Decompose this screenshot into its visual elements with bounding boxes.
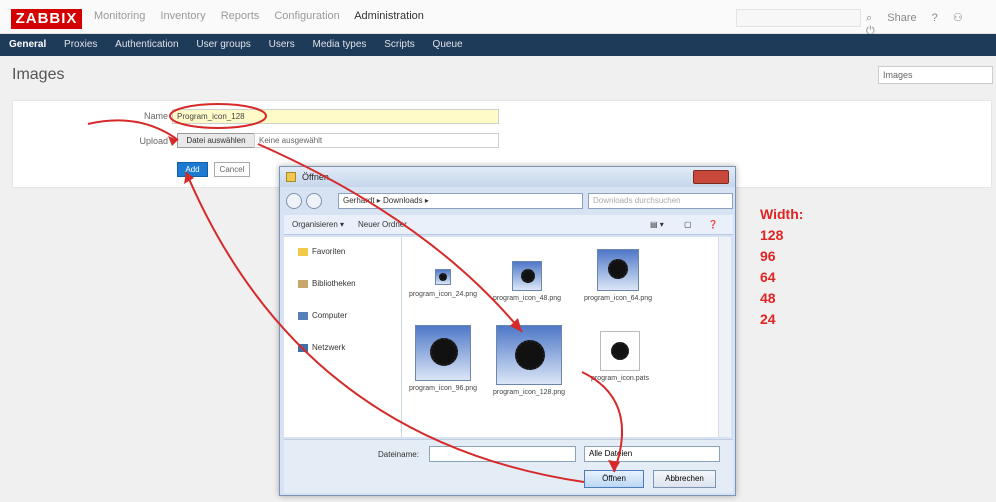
global-search-input[interactable]	[736, 9, 861, 27]
file-name: program_icon_128.png	[493, 389, 565, 396]
top-bar: ZABBIX Monitoring Inventory Reports Conf…	[0, 0, 996, 37]
submenu-users[interactable]: Users	[269, 39, 295, 50]
width-annotation: Width: 128 96 64 48 24	[760, 204, 803, 330]
file-item[interactable]: program_icon.pats	[582, 331, 658, 382]
computer-icon	[298, 311, 308, 320]
file-item[interactable]: program_icon_96.png	[402, 325, 484, 392]
submenu-proxies[interactable]: Proxies	[64, 39, 97, 50]
image-type-select[interactable]: Images	[878, 66, 993, 84]
network-icon	[298, 343, 308, 352]
width-value: 64	[760, 269, 776, 285]
dialog-title: Öffnen	[302, 172, 329, 182]
star-icon	[298, 247, 308, 256]
dialog-scrollbar[interactable]	[718, 237, 731, 437]
width-value: 128	[760, 227, 784, 243]
gear-icon	[521, 269, 535, 283]
width-value: 48	[760, 290, 776, 306]
back-icon[interactable]	[286, 193, 302, 209]
dialog-titlebar: Öffnen	[280, 167, 735, 187]
dialog-help-icon[interactable]: ❓	[708, 220, 718, 229]
menu-reports[interactable]: Reports	[221, 10, 260, 22]
user-icon[interactable]: ⚇	[953, 12, 963, 24]
upload-label: Upload	[139, 136, 168, 146]
dialog-close-button[interactable]	[693, 170, 729, 184]
submenu-user-groups[interactable]: User groups	[196, 39, 250, 50]
nav-computer-label: Computer	[312, 311, 348, 320]
file-item[interactable]: program_icon_48.png	[492, 261, 562, 302]
nav-favorites[interactable]: Favoriten	[298, 247, 345, 256]
file-name: program_icon_64.png	[583, 295, 653, 302]
gear-icon	[611, 342, 629, 360]
organize-button[interactable]: Organisieren ▾	[292, 220, 344, 229]
search-icon[interactable]: ⌕	[866, 12, 872, 24]
file-name: program_icon_96.png	[408, 385, 478, 392]
view-options-icon[interactable]: ▤ ▾	[650, 220, 664, 229]
file-thumbnail	[597, 249, 639, 291]
choose-file-button[interactable]: Datei auswählen	[177, 133, 255, 148]
submenu-queue[interactable]: Queue	[433, 39, 463, 50]
menu-inventory[interactable]: Inventory	[160, 10, 205, 22]
dialog-cancel-button[interactable]: Abbrechen	[653, 470, 716, 488]
file-item[interactable]: program_icon_64.png	[578, 249, 658, 302]
width-heading: Width:	[760, 206, 804, 222]
dialog-bottom-bar: Dateiname: Alle Dateien Öffnen Abbrechen	[284, 439, 733, 493]
nav-favorites-label: Favoriten	[312, 247, 346, 256]
open-button[interactable]: Öffnen	[584, 470, 644, 488]
nav-network[interactable]: Netzwerk	[298, 343, 345, 352]
filename-input[interactable]	[429, 446, 576, 462]
forward-icon[interactable]	[306, 193, 322, 209]
name-input[interactable]: Program_icon_128	[172, 109, 499, 124]
name-label: Name	[143, 111, 168, 121]
submenu-media-types[interactable]: Media types	[313, 39, 367, 50]
library-icon	[298, 279, 308, 288]
nav-libraries-label: Bibliotheken	[312, 279, 356, 288]
share-link[interactable]: Share	[887, 12, 916, 24]
file-thumbnail	[600, 331, 640, 371]
page-title: Images	[12, 66, 65, 83]
width-value: 96	[760, 248, 776, 264]
gear-icon	[430, 338, 458, 366]
gear-icon	[515, 340, 545, 370]
dialog-file-list: program_icon_24.png program_icon_48.png …	[402, 237, 718, 437]
submenu-general[interactable]: General	[9, 39, 46, 50]
new-folder-button[interactable]: Neuer Ordner	[358, 220, 407, 229]
file-item-selected[interactable]: program_icon_128.png	[488, 323, 570, 396]
file-thumbnail	[496, 325, 562, 385]
preview-pane-icon[interactable]: ▢	[684, 220, 692, 229]
submenu-authentication[interactable]: Authentication	[115, 39, 178, 50]
help-icon[interactable]: ?	[932, 12, 938, 24]
folder-icon	[286, 172, 296, 182]
dialog-toolbar: Organisieren ▾ Neuer Ordner ▤ ▾ ▢ ❓	[284, 215, 733, 235]
width-value: 24	[760, 311, 776, 327]
file-thumbnail	[435, 269, 451, 285]
filename-label: Dateiname:	[378, 450, 419, 459]
gear-icon	[608, 259, 628, 279]
gear-icon	[439, 273, 447, 281]
sub-menu: General Proxies Authentication User grou…	[0, 34, 996, 56]
address-input[interactable]: Gerhardt ▸ Downloads ▸	[338, 193, 583, 209]
file-name: program_icon_48.png	[492, 295, 562, 302]
dialog-address-bar: Gerhardt ▸ Downloads ▸ Downloads durchsu…	[284, 191, 733, 211]
nav-computer[interactable]: Computer	[298, 311, 347, 320]
add-button[interactable]: Add	[177, 162, 208, 177]
filetype-select[interactable]: Alle Dateien	[584, 446, 720, 462]
file-name: program_icon.pats	[591, 375, 649, 382]
menu-administration[interactable]: Administration	[354, 10, 424, 22]
file-open-dialog: Öffnen Gerhardt ▸ Downloads ▸ Downloads …	[279, 166, 736, 496]
dialog-search-input[interactable]: Downloads durchsuchen	[588, 193, 733, 209]
dialog-nav-pane: Favoriten Bibliotheken Computer Netzwerk	[284, 237, 402, 437]
menu-monitoring[interactable]: Monitoring	[94, 10, 145, 22]
file-name: program_icon_24.png	[408, 291, 478, 298]
nav-libraries[interactable]: Bibliotheken	[298, 279, 356, 288]
top-menu: Monitoring Inventory Reports Configurati…	[94, 10, 436, 22]
zabbix-logo[interactable]: ZABBIX	[11, 9, 82, 29]
file-item[interactable]: program_icon_24.png	[408, 269, 478, 298]
file-thumbnail	[512, 261, 542, 291]
file-thumbnail	[415, 325, 471, 381]
upload-filename: Keine ausgewählt	[254, 133, 499, 148]
menu-configuration[interactable]: Configuration	[274, 10, 339, 22]
nav-network-label: Netzwerk	[312, 343, 346, 352]
cancel-button[interactable]: Cancel	[214, 162, 250, 177]
submenu-scripts[interactable]: Scripts	[384, 39, 415, 50]
